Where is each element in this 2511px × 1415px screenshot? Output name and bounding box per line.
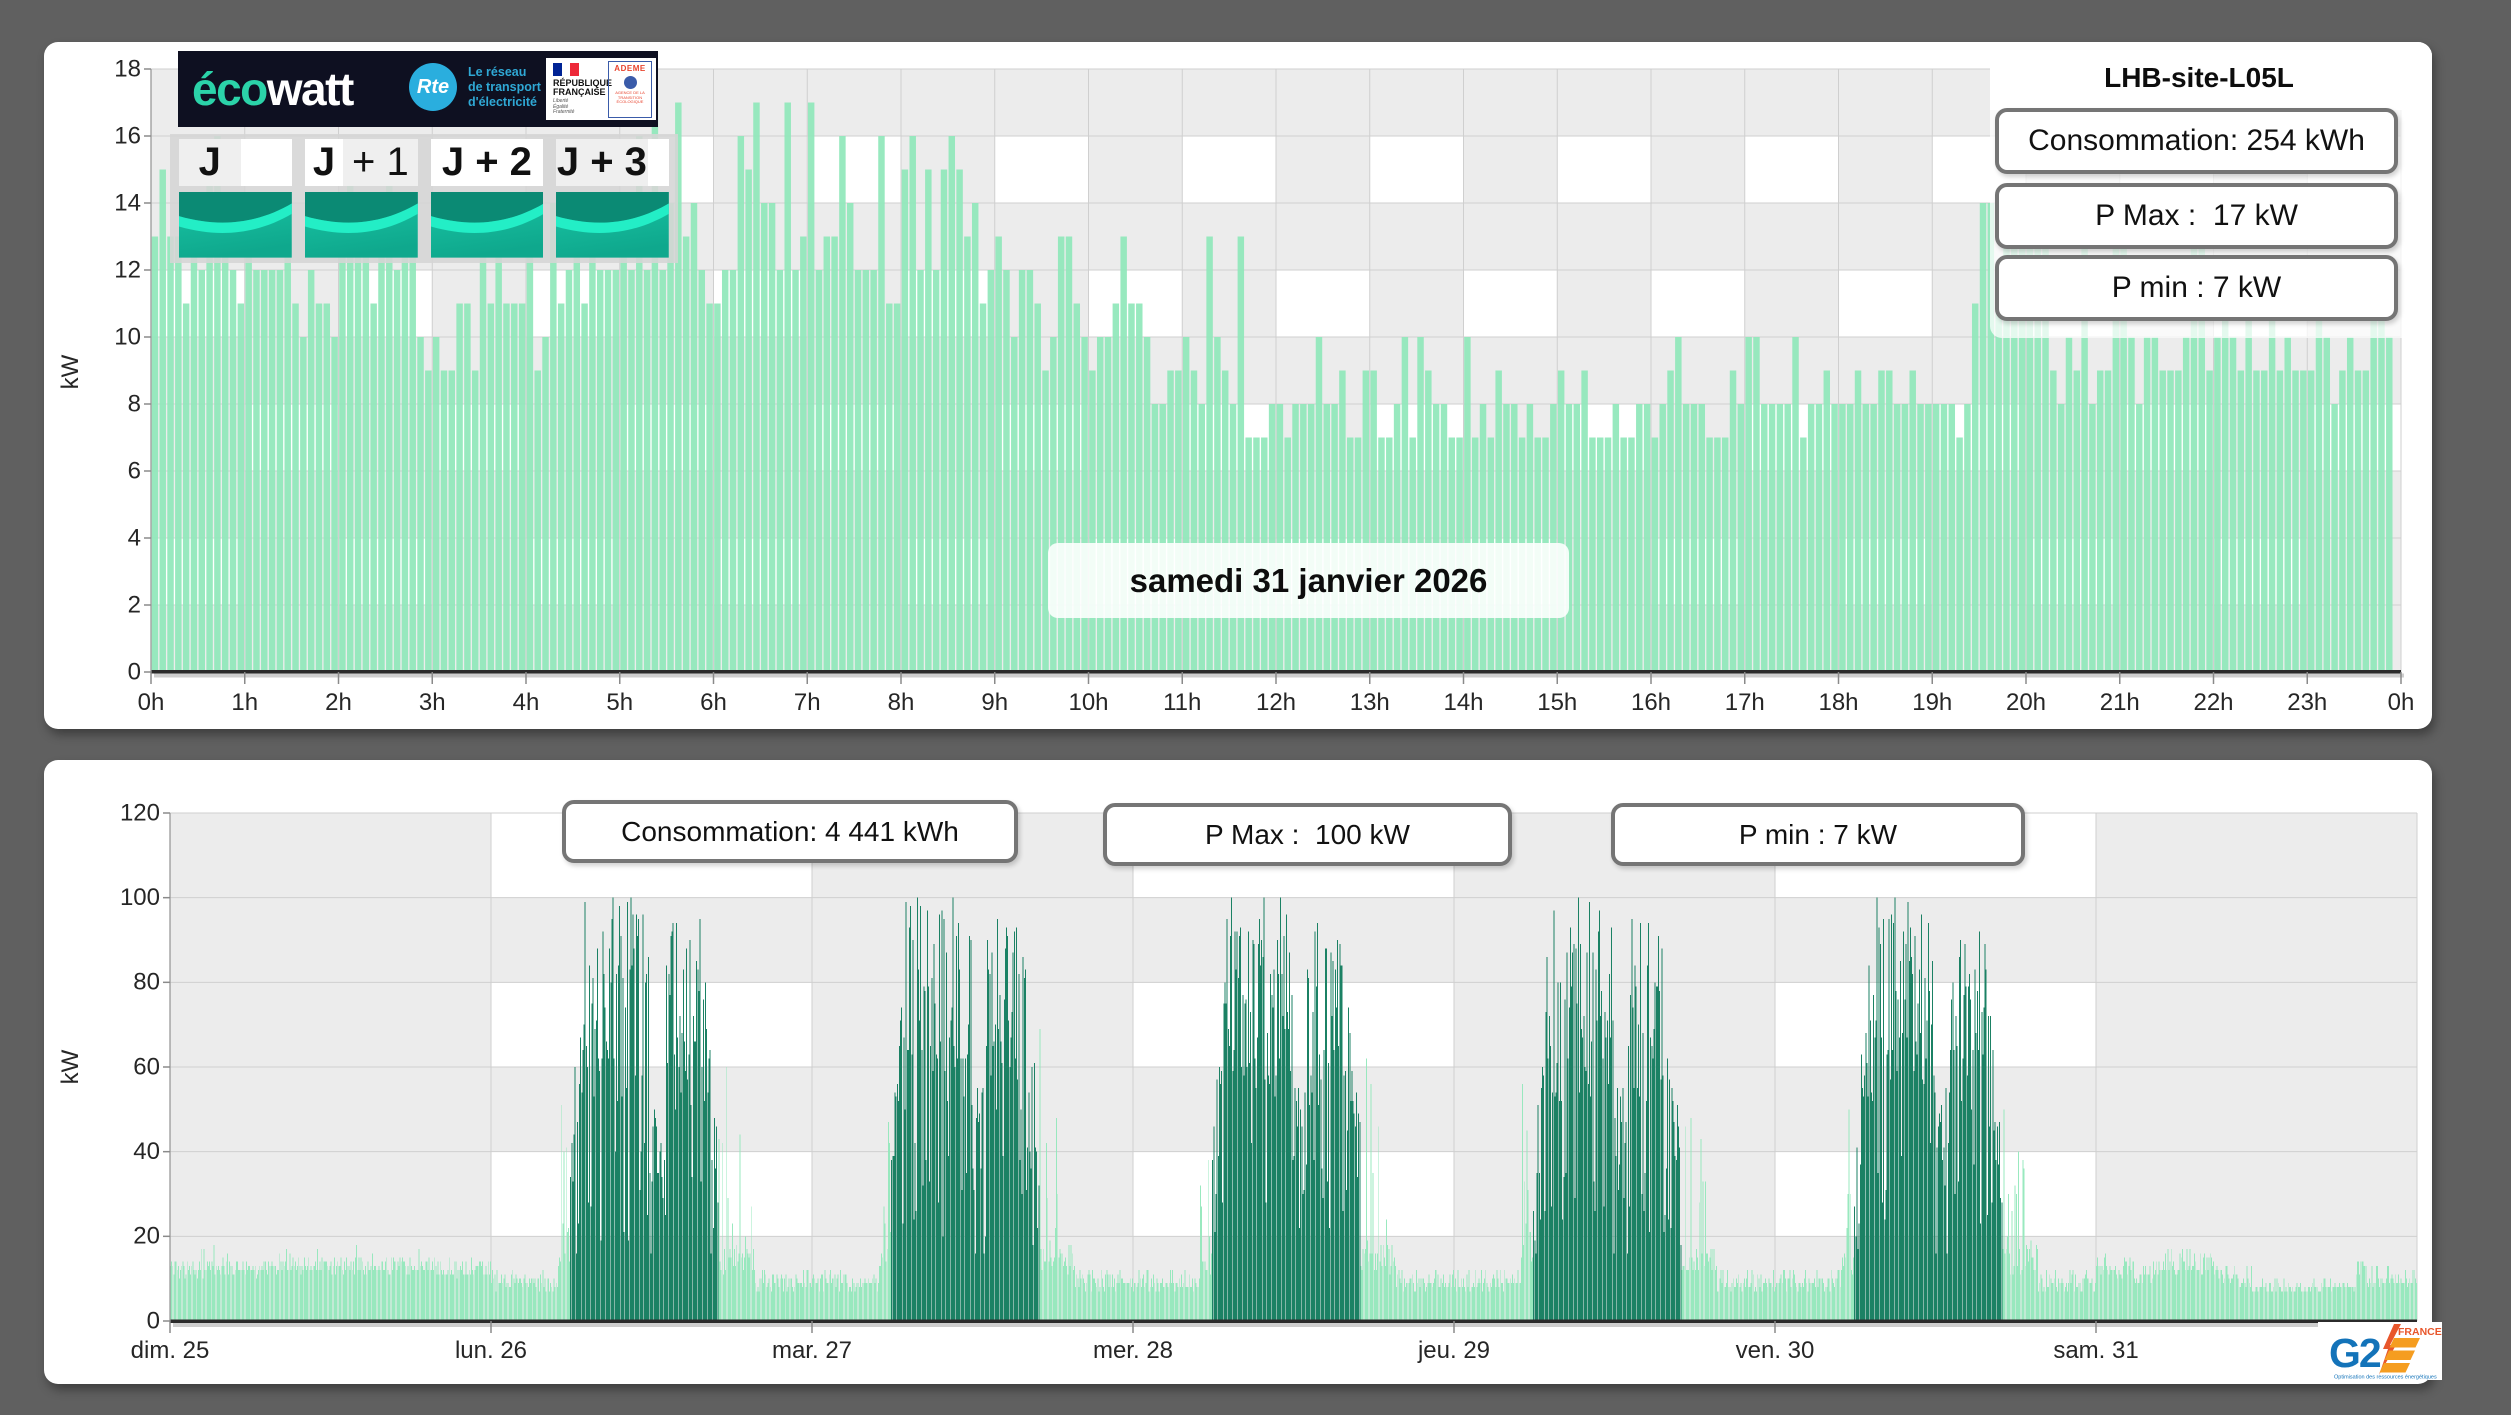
svg-text:15h: 15h bbox=[1537, 689, 1577, 716]
svg-text:14h: 14h bbox=[1443, 689, 1483, 716]
svg-text:80: 80 bbox=[133, 969, 160, 996]
svg-text:12h: 12h bbox=[1256, 689, 1296, 716]
svg-text:8h: 8h bbox=[888, 689, 915, 716]
svg-text:sam. 31: sam. 31 bbox=[2053, 1337, 2138, 1364]
svg-text:4: 4 bbox=[128, 524, 141, 551]
svg-text:lun. 26: lun. 26 bbox=[455, 1337, 527, 1364]
svg-text:mer. 28: mer. 28 bbox=[1093, 1337, 1173, 1364]
svg-text:mar. 27: mar. 27 bbox=[772, 1337, 852, 1364]
svg-text:20h: 20h bbox=[2006, 689, 2046, 716]
svg-text:100: 100 bbox=[120, 884, 160, 911]
svg-text:dim. 25: dim. 25 bbox=[131, 1337, 210, 1364]
svg-text:10: 10 bbox=[114, 323, 141, 350]
svg-text:16: 16 bbox=[114, 122, 141, 149]
svg-text:5h: 5h bbox=[606, 689, 633, 716]
svg-text:60: 60 bbox=[133, 1053, 160, 1080]
svg-text:3h: 3h bbox=[419, 689, 446, 716]
svg-text:4h: 4h bbox=[513, 689, 540, 716]
svg-text:22h: 22h bbox=[2193, 689, 2233, 716]
svg-text:kW: kW bbox=[57, 354, 84, 389]
svg-text:23h: 23h bbox=[2287, 689, 2327, 716]
svg-text:0: 0 bbox=[147, 1307, 160, 1334]
svg-text:13h: 13h bbox=[1350, 689, 1390, 716]
svg-text:16h: 16h bbox=[1631, 689, 1671, 716]
svg-text:2h: 2h bbox=[325, 689, 352, 716]
svg-text:8: 8 bbox=[128, 390, 141, 417]
svg-text:14: 14 bbox=[114, 189, 141, 216]
svg-text:0h: 0h bbox=[2388, 689, 2415, 716]
svg-text:10h: 10h bbox=[1068, 689, 1108, 716]
svg-text:6h: 6h bbox=[700, 689, 727, 716]
svg-text:18h: 18h bbox=[1818, 689, 1858, 716]
svg-text:18: 18 bbox=[114, 55, 141, 82]
svg-text:0: 0 bbox=[128, 658, 141, 685]
svg-text:jeu. 29: jeu. 29 bbox=[1417, 1337, 1490, 1364]
svg-text:G2: G2 bbox=[2329, 1330, 2381, 1376]
svg-text:19h: 19h bbox=[1912, 689, 1952, 716]
svg-text:Optimisation des ressources én: Optimisation des ressources énergétiques bbox=[2334, 1375, 2437, 1381]
svg-text:17h: 17h bbox=[1725, 689, 1765, 716]
svg-text:kW: kW bbox=[57, 1049, 84, 1084]
svg-text:120: 120 bbox=[120, 799, 160, 826]
svg-text:FRANCE: FRANCE bbox=[2398, 1326, 2442, 1338]
svg-text:1h: 1h bbox=[231, 689, 258, 716]
svg-text:ven. 30: ven. 30 bbox=[1736, 1337, 1815, 1364]
svg-text:0h: 0h bbox=[138, 689, 165, 716]
svg-text:6: 6 bbox=[128, 457, 141, 484]
svg-text:21h: 21h bbox=[2100, 689, 2140, 716]
svg-text:12: 12 bbox=[114, 256, 141, 283]
svg-text:20: 20 bbox=[133, 1223, 160, 1250]
svg-text:40: 40 bbox=[133, 1138, 160, 1165]
svg-text:9h: 9h bbox=[981, 689, 1008, 716]
svg-text:2: 2 bbox=[128, 591, 141, 618]
svg-text:11h: 11h bbox=[1163, 689, 1201, 716]
svg-text:7h: 7h bbox=[794, 689, 821, 716]
